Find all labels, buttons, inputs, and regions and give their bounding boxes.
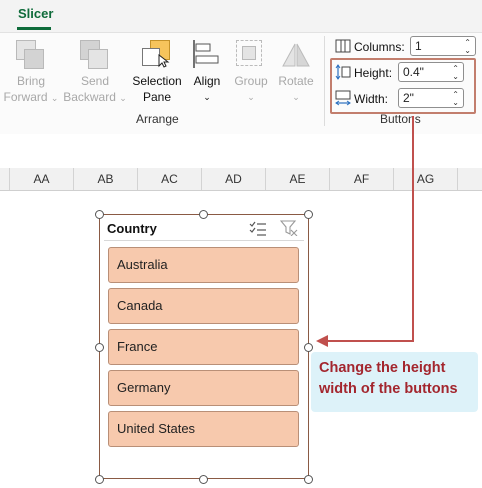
annotation-arrow — [316, 116, 414, 347]
annotation-callout: Change the height width of the buttons — [311, 352, 478, 412]
annotation-line-1: Change the height — [319, 360, 446, 376]
annotation-line-2: width of the buttons — [319, 381, 458, 397]
